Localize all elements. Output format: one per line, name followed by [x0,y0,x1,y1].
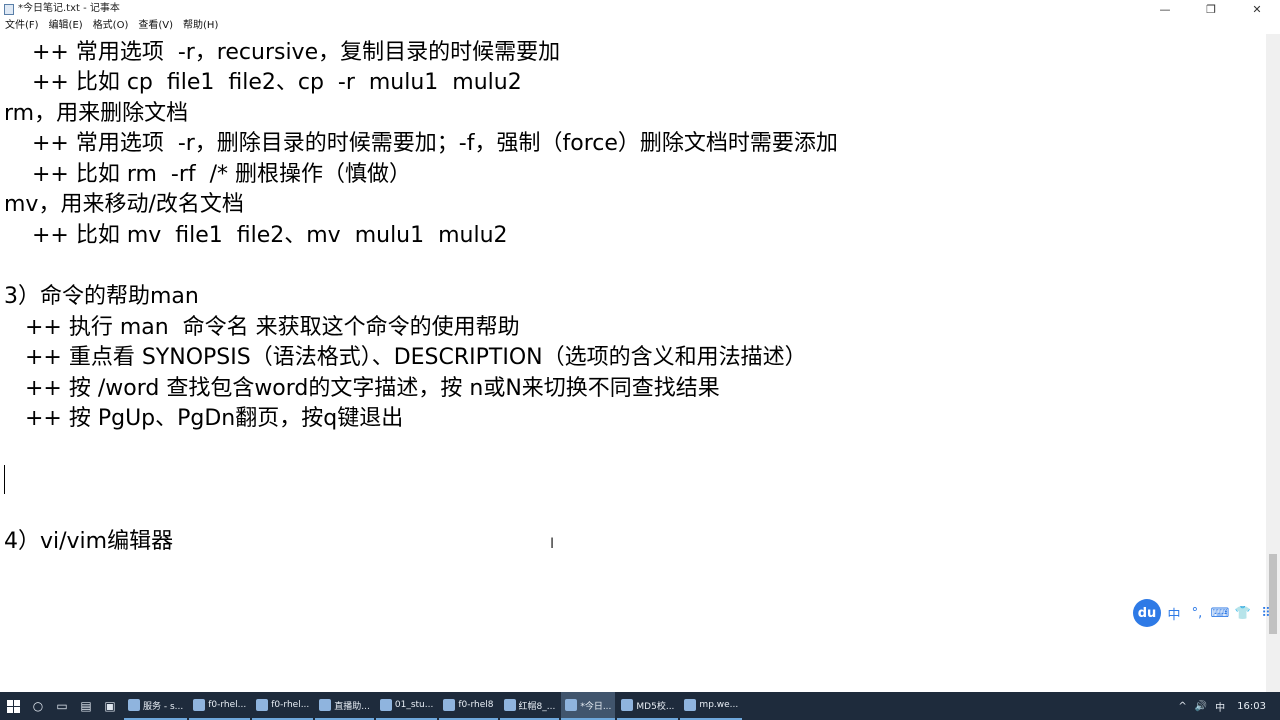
taskbar-task-active[interactable]: *今日... [561,692,616,720]
editor-line: ++ 执行 man 命令名 来获取这个命令的使用帮助 [4,315,520,340]
ime-toolbar: du 中 °, ⌨ 👕 ⠿ [1133,598,1279,628]
editor-line: ++ 常用选项 -r，删除目录的时候需要加；-f，强制（force）删除文档时需… [4,131,838,156]
task-view-icon[interactable]: ▭ [50,692,74,720]
editor-line: mv，用来移动/改名文档 [4,192,244,217]
window-title: *今日笔记.txt - 记事本 [18,3,120,14]
menu-file[interactable]: 文件(F) [0,18,44,34]
editor-line: rm，用来删除文档 [4,101,189,126]
explorer-icon[interactable]: ▤ [74,692,98,720]
system-tray: ^ 🔊 中 16:03 [1174,692,1280,720]
menu-bar: 文件(F) 编辑(E) 格式(O) 查看(V) 帮助(H) [0,18,1280,34]
ime-punctuation-icon[interactable]: °, [1187,603,1207,623]
app-icon [128,699,140,711]
notepad-icon [4,3,14,15]
text-caret [4,465,5,494]
volume-icon[interactable]: 🔊 [1191,701,1211,712]
editor-line: ++ 按 PgUp、PgDn翻页，按q键退出 [4,406,404,431]
menu-format[interactable]: 格式(O) [88,18,134,34]
tray-overflow-icon[interactable]: ^ [1174,701,1190,712]
taskbar-task[interactable]: f0-rhel8 [439,692,498,720]
taskbar-task[interactable]: 直播助... [315,692,374,720]
app-icon [379,699,392,711]
menu-help[interactable]: 帮助(H) [178,18,223,34]
editor-line: 3）命令的帮助man [4,284,199,309]
app-icon [319,699,332,711]
title-bar: *今日笔记.txt - 记事本 — ❐ ✕ [0,0,1280,18]
minimize-button[interactable]: — [1142,0,1188,18]
ime-keyboard-icon[interactable]: ⌨ [1210,603,1230,623]
app-icon [443,699,456,711]
ime-skin-icon[interactable]: 👕 [1233,603,1253,623]
editor-line: ++ 比如 mv file1 file2、mv mulu1 mulu2 [4,223,508,248]
taskbar: ○ ▭ ▤ ▣ 服务 - s... f0-rhel... f0-rhel... … [0,692,1280,720]
editor-line: ++ 按 /word 查找包含word的文字描述，按 n或N来切换不同查找结果 [4,376,720,401]
editor-line: 4）vi/vim编辑器 [4,529,174,554]
taskbar-task[interactable]: 01_stu... [375,692,438,720]
app-icon [621,699,634,711]
app-icon [503,699,516,711]
vertical-scrollbar[interactable] [1266,34,1280,692]
browser-icon [684,699,697,711]
pinned-app-icon[interactable]: ▣ [98,692,122,720]
input-language-indicator[interactable]: 中 [1211,699,1229,714]
taskbar-task[interactable]: f0-rhel... [252,692,314,720]
taskbar-task[interactable]: MD5校... [617,692,679,720]
app-icon [256,699,269,711]
clock[interactable]: 16:03 [1229,701,1280,712]
taskbar-task[interactable]: mp.we... [680,692,743,720]
notepad-icon [565,699,578,711]
maximize-button[interactable]: ❐ [1188,0,1234,18]
text-editor[interactable]: ++ 常用选项 -r，recursive，复制目录的时候需要加 ++ 比如 cp… [0,34,1266,692]
menu-view[interactable]: 查看(V) [133,18,178,34]
ime-chinese-mode-icon[interactable]: 中 [1164,603,1184,623]
close-button[interactable]: ✕ [1234,0,1280,18]
ime-menu-icon[interactable]: ⠿ [1256,603,1276,623]
search-icon[interactable]: ○ [26,692,50,720]
editor-line: ++ 重点看 SYNOPSIS（语法格式）、DESCRIPTION（选项的含义和… [4,345,807,370]
editor-line: ++ 比如 rm -rf /* 删根操作（慎做） [4,162,412,187]
taskbar-task[interactable]: 红帽8_... [499,692,560,720]
editor-line: ++ 比如 cp file1 file2、cp -r mulu1 mulu2 [4,70,522,95]
taskbar-task[interactable]: 服务 - s... [124,692,188,720]
ibeam-cursor-icon: I [550,536,555,552]
taskbar-task[interactable]: f0-rhel... [189,692,251,720]
windows-logo-icon [6,699,20,713]
menu-edit[interactable]: 编辑(E) [44,18,88,34]
start-button[interactable] [0,692,26,720]
editor-line: ++ 常用选项 -r，recursive，复制目录的时候需要加 [4,40,561,65]
ime-logo-icon[interactable]: du [1133,599,1161,627]
app-icon [193,699,206,711]
window-controls: — ❐ ✕ [1142,0,1280,18]
